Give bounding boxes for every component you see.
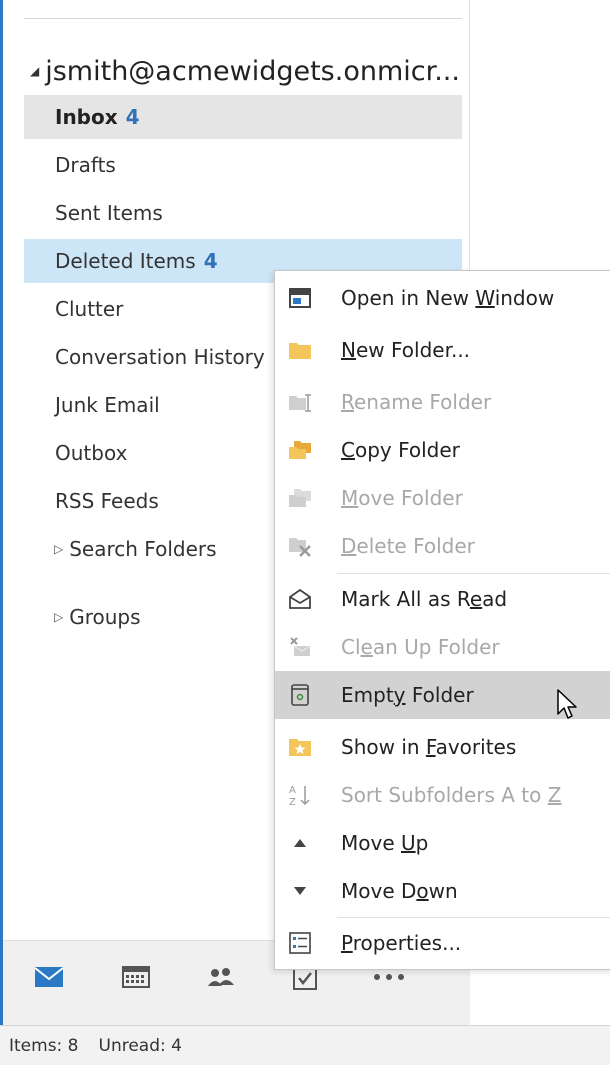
- calendar-icon[interactable]: [116, 959, 156, 995]
- folder-label: Outbox: [55, 441, 128, 465]
- sort-az-icon: AZ: [287, 783, 313, 807]
- move-folder-icon: [287, 486, 313, 510]
- menu-label: Mark All as Read: [341, 587, 508, 611]
- items-count: Items: 8: [9, 1035, 79, 1056]
- clean-up-icon: [287, 635, 313, 659]
- rename-folder-icon: [287, 390, 313, 414]
- menu-label: Delete Folder: [341, 534, 475, 558]
- new-folder-icon: [287, 338, 313, 362]
- folder-label: Conversation History: [55, 345, 265, 369]
- menu-label: Clean Up Folder: [341, 635, 500, 659]
- folder-label: Junk Email: [55, 393, 160, 417]
- menu-label: New Folder...: [341, 338, 471, 362]
- folder-label: Clutter: [55, 297, 124, 321]
- folder-drafts[interactable]: Drafts: [24, 143, 462, 187]
- menu-label: Copy Folder: [341, 438, 460, 462]
- menu-label: Open in New Window: [341, 286, 555, 310]
- menu-move-folder: Move Folder: [275, 474, 610, 522]
- menu-label: Rename Folder: [341, 390, 492, 414]
- mark-read-icon: [287, 587, 313, 611]
- open-new-window-icon: [287, 286, 313, 310]
- empty-folder-icon: [287, 683, 313, 707]
- groups-label: Groups: [69, 605, 141, 629]
- menu-move-up[interactable]: Move Up: [275, 819, 610, 867]
- menu-move-down[interactable]: Move Down: [275, 867, 610, 915]
- folder-inbox[interactable]: Inbox 4: [24, 95, 462, 139]
- svg-text:Z: Z: [289, 797, 296, 807]
- expand-triangle-icon[interactable]: ▷: [54, 542, 63, 556]
- context-menu: Open in New Window New Folder... Rename …: [274, 270, 610, 970]
- menu-sort-subfolders: AZ Sort Subfolders A to Z: [275, 771, 610, 819]
- menu-label: Empty Folder: [341, 683, 474, 707]
- delete-folder-icon: [287, 534, 313, 558]
- folder-label: Search Folders: [69, 537, 217, 561]
- menu-label: Show in Favorites: [341, 735, 517, 759]
- move-up-icon: [287, 831, 313, 855]
- menu-mark-all-as-read[interactable]: Mark All as Read: [275, 575, 610, 623]
- menu-open-in-new-window[interactable]: Open in New Window: [275, 274, 610, 322]
- people-icon[interactable]: [201, 959, 241, 995]
- menu-label: Move Down: [341, 879, 458, 903]
- unread-count: 4: [125, 105, 140, 129]
- menu-properties[interactable]: Properties...: [275, 919, 610, 967]
- menu-label: Move Folder: [341, 486, 463, 510]
- menu-separator: [337, 917, 610, 918]
- svg-text:A: A: [289, 785, 296, 796]
- menu-delete-folder: Delete Folder: [275, 522, 610, 570]
- properties-icon: [287, 931, 313, 955]
- menu-rename-folder: Rename Folder: [275, 378, 610, 426]
- menu-clean-up-folder: Clean Up Folder: [275, 623, 610, 671]
- unread-count: 4: [203, 249, 218, 273]
- mail-icon[interactable]: [29, 959, 69, 995]
- folder-label: Drafts: [55, 153, 116, 177]
- menu-label: Sort Subfolders A to Z: [341, 783, 562, 807]
- copy-folder-icon: [287, 438, 313, 462]
- menu-label: Move Up: [341, 831, 429, 855]
- collapse-triangle-icon[interactable]: ◢: [30, 64, 39, 78]
- folder-label: Sent Items: [55, 201, 163, 225]
- favorites-icon: [287, 735, 313, 759]
- account-name: jsmith@acmewidgets.onmicr...: [45, 55, 460, 87]
- menu-separator: [337, 573, 610, 574]
- folder-label: RSS Feeds: [55, 489, 159, 513]
- account-header[interactable]: ◢ jsmith@acmewidgets.onmicr...: [30, 48, 460, 94]
- move-down-icon: [287, 879, 313, 903]
- menu-copy-folder[interactable]: Copy Folder: [275, 426, 610, 474]
- folder-label: Inbox: [55, 105, 118, 129]
- menu-label: Properties...: [341, 931, 462, 955]
- top-divider: [24, 18, 462, 19]
- folder-label: Deleted Items: [55, 249, 196, 273]
- menu-new-folder[interactable]: New Folder...: [275, 326, 610, 374]
- mouse-cursor-icon: [556, 688, 580, 726]
- unread-count-status: Unread: 4: [98, 1035, 182, 1056]
- menu-show-in-favorites[interactable]: Show in Favorites: [275, 723, 610, 771]
- folder-sent-items[interactable]: Sent Items: [24, 191, 462, 235]
- expand-triangle-icon[interactable]: ▷: [54, 610, 63, 624]
- status-bar: Items: 8 Unread: 4: [0, 1025, 610, 1065]
